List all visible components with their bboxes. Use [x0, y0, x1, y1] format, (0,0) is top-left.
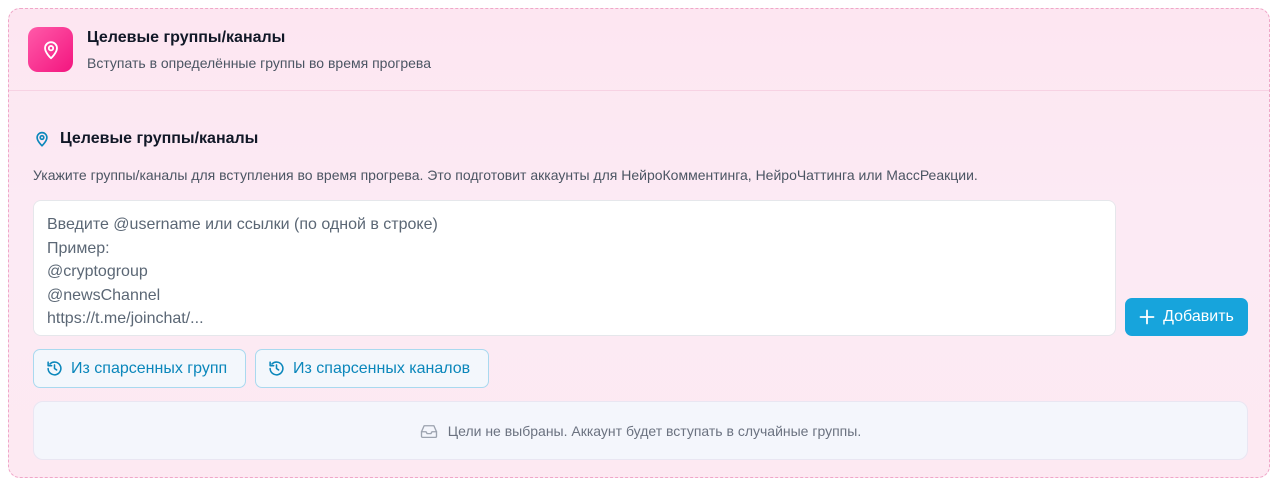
- add-button-label: Добавить: [1163, 308, 1234, 325]
- from-parsed-groups-label: Из спарсенных групп: [71, 359, 228, 377]
- targets-input[interactable]: [33, 200, 1116, 336]
- map-pin-icon: [28, 27, 73, 72]
- map-pin-icon: [33, 129, 51, 149]
- target-groups-card: Целевые группы/каналы Вступать в определ…: [8, 8, 1270, 478]
- history-icon: [269, 361, 284, 376]
- card-header: Целевые группы/каналы Вступать в определ…: [9, 9, 1269, 91]
- history-icon: [47, 361, 62, 376]
- plus-icon: [1139, 309, 1155, 325]
- empty-state-text: Цели не выбраны. Аккаунт будет вступать …: [447, 422, 862, 439]
- card-subtitle: Вступать в определённые группы во время …: [87, 55, 431, 71]
- card-title: Целевые группы/каналы: [87, 29, 286, 46]
- section-title: Целевые группы/каналы: [60, 130, 259, 147]
- add-button[interactable]: Добавить: [1125, 298, 1248, 336]
- from-parsed-channels-label: Из спарсенных каналов: [293, 359, 471, 377]
- empty-state: Цели не выбраны. Аккаунт будет вступать …: [33, 401, 1248, 460]
- inbox-icon: [420, 424, 437, 438]
- from-parsed-groups-button[interactable]: Из спарсенных групп: [33, 349, 246, 388]
- section-description: Укажите группы/каналы для вступления во …: [33, 167, 978, 183]
- from-parsed-channels-button[interactable]: Из спарсенных каналов: [255, 349, 489, 388]
